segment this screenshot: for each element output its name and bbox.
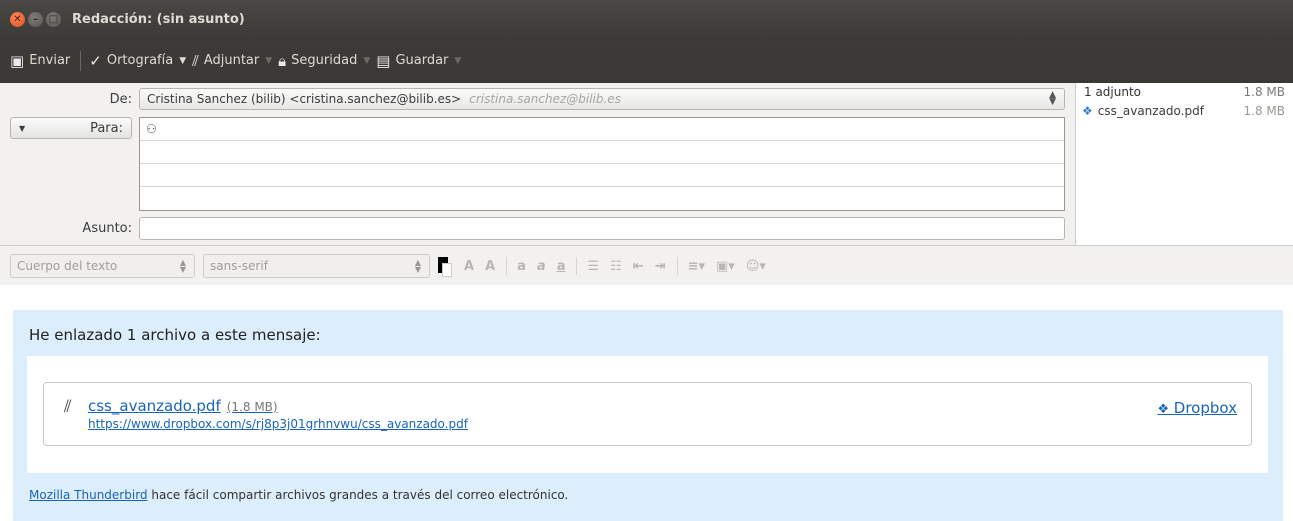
subject-input[interactable] <box>139 217 1065 240</box>
toolbar-separator <box>576 257 578 275</box>
recipients-list[interactable]: ⚇ <box>139 117 1065 211</box>
spelling-button[interactable]: ✓ Ortografía ▼ <box>89 52 186 70</box>
attachment-size: 1.8 MB <box>1243 104 1285 118</box>
bulleted-list-icon[interactable]: ☰ <box>587 259 599 274</box>
font-smaller-icon[interactable]: A <box>464 259 474 274</box>
chevron-down-icon: ▼ <box>19 123 26 133</box>
from-identity-select[interactable]: Cristina Sanchez (bilib) <cristina.sanch… <box>139 88 1065 110</box>
attachment-name: css_avanzado.pdf <box>1097 104 1204 118</box>
maximize-window-button[interactable]: □ <box>46 11 61 27</box>
floppy-disk-icon: ▤ <box>376 51 391 70</box>
dropbox-icon: ❖ <box>1082 104 1093 118</box>
window-title: Redacción: (sin asunto) <box>72 11 245 27</box>
lock-icon: 🔒︎ <box>278 51 287 70</box>
attach-label: Adjuntar <box>203 53 260 68</box>
spelling-label: Ortografía <box>106 53 174 68</box>
paperclip-icon: ⫽ <box>64 397 72 417</box>
subject-label: Asunto: <box>82 221 132 236</box>
save-button[interactable]: ▤ Guardar ▼ <box>376 52 461 70</box>
security-label: Seguridad <box>291 53 358 68</box>
attachment-summary[interactable]: 1 adjunto 1.8 MB <box>1076 83 1293 101</box>
compose-toolbar: ▣ Enviar ✓ Ortografía ▼ ⫽ Adjuntar ▼ 🔒︎ … <box>0 38 1293 83</box>
cloud-file-panel: He enlazado 1 archivo a este mensaje: ⫽ … <box>13 310 1283 521</box>
recipient-input-row[interactable] <box>140 164 1064 187</box>
linked-file-url[interactable]: https://www.dropbox.com/s/rj8p3j01grhnvw… <box>88 417 468 431</box>
linked-file-card: ⫽ css_avanzado.pdf (1.8 MB) https://www.d… <box>43 382 1252 446</box>
attachment-pane[interactable]: 1 adjunto 1.8 MB ❖ css_avanzado.pdf 1.8 … <box>1075 83 1293 245</box>
recipient-input-row[interactable]: ⚇ <box>140 118 1064 141</box>
address-book-icon: ⚇ <box>146 122 157 136</box>
close-window-button[interactable]: ✕ <box>10 11 25 27</box>
chevron-down-icon[interactable]: ▼ <box>179 56 186 66</box>
chevron-down-icon[interactable]: ▼ <box>363 56 370 66</box>
linked-files-heading: He enlazado 1 archivo a este mensaje: <box>29 326 321 344</box>
thunderbird-link[interactable]: Mozilla Thunderbird <box>29 488 148 502</box>
minimize-window-button[interactable]: – <box>28 11 43 27</box>
paperclip-icon: ⫽ <box>192 51 199 70</box>
checkmark-icon: ✓ <box>89 51 102 70</box>
security-button[interactable]: 🔒︎ Seguridad ▼ <box>278 52 370 70</box>
recipient-input-row[interactable] <box>140 141 1064 164</box>
toolbar-separator <box>506 257 508 275</box>
background-color-swatch <box>442 263 452 277</box>
format-toolbar: Cuerpo del texto ▲ ▼ sans-serif ▲ ▼ A A a … <box>0 247 1293 285</box>
linked-file-size: (1.8 MB) <box>226 400 278 414</box>
message-header: De: Cristina Sanchez (bilib) <cristina.s… <box>0 83 1293 246</box>
attach-button[interactable]: ⫽ Adjuntar ▼ <box>192 52 272 70</box>
indent-icon[interactable]: ⇥ <box>655 259 666 274</box>
dropbox-label[interactable]: Dropbox <box>1174 399 1237 417</box>
outdent-icon[interactable]: ⇤ <box>633 259 644 274</box>
linked-file-name-text[interactable]: css_avanzado.pdf <box>88 397 221 415</box>
paragraph-style-value: Cuerpo del texto <box>17 259 118 273</box>
save-label: Guardar <box>395 53 449 68</box>
attachment-item[interactable]: ❖ css_avanzado.pdf 1.8 MB <box>1076 101 1293 121</box>
attachment-total-size: 1.8 MB <box>1243 85 1285 99</box>
message-body[interactable]: He enlazado 1 archivo a este mensaje: ⫽ … <box>0 285 1293 521</box>
toolbar-separator <box>676 257 678 275</box>
footer-text: hace fácil compartir archivos grandes a … <box>147 488 569 502</box>
font-select[interactable]: sans-serif ▲ ▼ <box>203 254 430 278</box>
chevron-down-icon[interactable]: ▼ <box>265 56 272 66</box>
smiley-icon[interactable]: ☺▾ <box>746 259 766 274</box>
send-button[interactable]: ▣ Enviar <box>10 52 70 70</box>
numbered-list-icon[interactable]: ☷ <box>610 259 622 274</box>
linked-file-name[interactable]: css_avanzado.pdf (1.8 MB) <box>88 397 278 415</box>
chevron-down-icon[interactable]: ▼ <box>454 56 461 66</box>
from-hint: cristina.sanchez@bilib.es <box>469 92 621 106</box>
send-label: Enviar <box>29 53 71 68</box>
dropbox-link[interactable]: ❖ Dropbox <box>1157 399 1237 417</box>
dropbox-icon: ❖ <box>1157 402 1170 417</box>
recipient-input-row[interactable] <box>140 187 1064 210</box>
attachment-count: 1 adjunto <box>1084 85 1142 99</box>
linked-files-container: ⫽ css_avanzado.pdf (1.8 MB) https://www.d… <box>27 356 1268 473</box>
title-bar: ✕ – □ Redacción: (sin asunto) <box>0 0 1293 38</box>
underline-icon[interactable]: a <box>557 259 566 274</box>
italic-icon[interactable]: a <box>537 259 546 274</box>
align-icon[interactable]: ≡▾ <box>688 259 705 274</box>
from-value: Cristina Sanchez (bilib) <cristina.sanch… <box>147 92 462 106</box>
select-spinner-icon: ▲ ▼ <box>414 258 421 274</box>
from-label: De: <box>109 92 132 107</box>
font-value: sans-serif <box>210 259 268 273</box>
bold-icon[interactable]: a <box>517 259 526 274</box>
select-spinner-icon: ▲ ▼ <box>1049 90 1056 107</box>
to-label: Para: <box>90 120 123 136</box>
send-icon: ▣ <box>10 51 25 70</box>
text-color-picker[interactable] <box>438 255 452 277</box>
font-larger-icon[interactable]: A <box>485 259 495 274</box>
select-spinner-icon: ▲ ▼ <box>179 258 186 274</box>
insert-icon[interactable]: ▣▾ <box>716 259 735 274</box>
paragraph-style-select[interactable]: Cuerpo del texto ▲ ▼ <box>10 254 195 278</box>
recipient-type-button[interactable]: ▼ Para: <box>10 117 132 139</box>
toolbar-separator <box>80 50 82 71</box>
footer-note: Mozilla Thunderbird hace fácil compartir… <box>29 488 568 502</box>
